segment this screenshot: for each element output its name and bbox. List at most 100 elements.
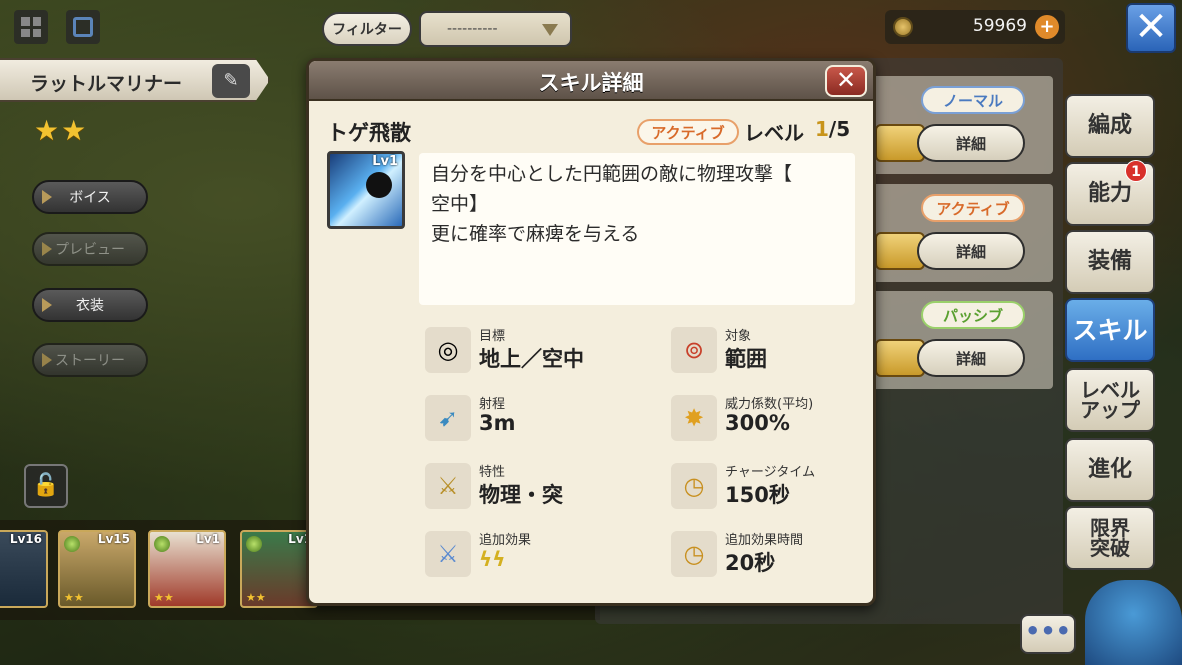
range-icon: ➹ bbox=[425, 395, 471, 441]
costume-button-label: 衣装 bbox=[76, 298, 104, 314]
stat-label: 射程 bbox=[479, 397, 506, 412]
stat-label: 対象 bbox=[725, 329, 752, 344]
currency-display: 59969 + bbox=[885, 10, 1065, 44]
stat-label: チャージタイム bbox=[725, 465, 816, 480]
description-line: 自分を中心とした円範囲の敵に物理攻撃【 bbox=[431, 163, 793, 185]
character-name-panel: ラットルマリナー ✎ bbox=[0, 58, 270, 102]
filter-label[interactable]: フィルター bbox=[322, 12, 412, 46]
lock-icon[interactable]: 🔓 bbox=[24, 464, 68, 508]
add-currency-button[interactable]: + bbox=[1035, 15, 1059, 39]
skill-type-badge: アクティブ bbox=[637, 119, 739, 145]
stat-charge-time: ◷ チャージタイム 150秒 bbox=[671, 459, 873, 519]
skill-icon: Lv1 bbox=[327, 151, 405, 229]
currency-value: 59969 bbox=[972, 16, 1027, 36]
voice-button-label: ボイス bbox=[69, 190, 111, 206]
description-line: 更に確率で麻痺を与える bbox=[431, 223, 640, 245]
skill-type-badge: パッシブ bbox=[921, 301, 1025, 329]
roster-level: Lv16 bbox=[9, 532, 42, 546]
roster-card[interactable]: Lv1 ★★ bbox=[148, 530, 226, 608]
filter-value: ---------- bbox=[447, 21, 498, 37]
charge-clock-icon: ◷ bbox=[671, 463, 717, 509]
coin-icon bbox=[893, 17, 913, 37]
target-icon: ◎ bbox=[425, 327, 471, 373]
stat-value: 150秒 bbox=[725, 483, 790, 507]
stat-attribute: ⚔ 特性 物理・突 bbox=[425, 459, 665, 519]
preview-button[interactable]: プレビュー bbox=[32, 232, 148, 266]
play-icon bbox=[42, 190, 52, 204]
level-current: 1 bbox=[815, 117, 829, 141]
filter-dropdown[interactable]: ---------- bbox=[419, 11, 572, 47]
close-screen-button[interactable]: ✕ bbox=[1126, 3, 1176, 53]
voice-button[interactable]: ボイス bbox=[32, 180, 148, 214]
roster-stars: ★★ bbox=[64, 591, 84, 604]
roster-card[interactable]: Lv15 ★★ bbox=[58, 530, 136, 608]
chevron-down-icon bbox=[542, 24, 558, 36]
tab-skill[interactable]: スキル bbox=[1065, 298, 1155, 362]
story-button[interactable]: ストーリー bbox=[32, 343, 148, 377]
stat-range: ➹ 射程 3m bbox=[425, 391, 665, 451]
tab-ability-label: 能力 bbox=[1087, 181, 1132, 206]
skill-icon-level: Lv1 bbox=[372, 154, 398, 169]
modal-close-button[interactable]: ✕ bbox=[825, 65, 867, 97]
level-value: 1/5 bbox=[815, 117, 850, 141]
stat-value: 物理・突 bbox=[479, 483, 563, 507]
modal-header: スキル詳細 ✕ bbox=[309, 61, 873, 101]
skill-detail-button[interactable]: 詳細 bbox=[917, 339, 1025, 377]
stat-extra-effect: ⚔ 追加効果 ϟϟ bbox=[425, 527, 665, 587]
skill-detail-button[interactable]: 詳細 bbox=[917, 124, 1025, 162]
stat-label: 威力係数(平均) bbox=[725, 397, 814, 412]
stat-value: 3m bbox=[479, 411, 516, 435]
sword-plus-icon: ⚔ bbox=[425, 531, 471, 577]
single-view-icon[interactable] bbox=[66, 10, 100, 44]
tab-equipment[interactable]: 装備 bbox=[1065, 230, 1155, 294]
mascot-icon[interactable] bbox=[1085, 580, 1182, 665]
stat-label: 目標 bbox=[479, 329, 506, 344]
effect-clock-icon: ◷ bbox=[671, 531, 717, 577]
stat-scope: ⊚ 対象 範囲 bbox=[671, 323, 873, 383]
paralysis-icon: ϟϟ bbox=[479, 547, 506, 571]
skill-detail-button[interactable]: 詳細 bbox=[917, 232, 1025, 270]
story-button-label: ストーリー bbox=[55, 353, 125, 369]
tab-evolution[interactable]: 進化 bbox=[1065, 438, 1155, 502]
skill-description: 自分を中心とした円範囲の敵に物理攻撃【 空中】 更に確率で麻痺を与える bbox=[419, 153, 855, 305]
stat-label: 特性 bbox=[479, 465, 506, 480]
tab-ability[interactable]: 能力 1 bbox=[1065, 160, 1155, 226]
grid-view-icon[interactable] bbox=[14, 10, 48, 44]
description-line: 空中】 bbox=[431, 193, 489, 215]
tab-formation[interactable]: 編成 bbox=[1065, 94, 1155, 158]
stat-value: 地上／空中 bbox=[479, 347, 584, 371]
skill-name: トゲ飛散 bbox=[327, 121, 411, 145]
stat-target: ◎ 目標 地上／空中 bbox=[425, 323, 665, 383]
roster-level: Lv15 bbox=[97, 532, 130, 546]
skill-type-badge: ノーマル bbox=[921, 86, 1025, 114]
skill-type-badge: アクティブ bbox=[921, 194, 1025, 222]
spike-bomb-icon bbox=[366, 172, 392, 198]
tab-level-up[interactable]: レベル アップ bbox=[1065, 368, 1155, 432]
preview-button-label: プレビュー bbox=[55, 242, 125, 258]
stat-value: 20秒 bbox=[725, 551, 776, 575]
area-icon: ⊚ bbox=[671, 327, 717, 373]
stat-label: 追加効果 bbox=[479, 533, 532, 548]
costume-button[interactable]: 衣装 bbox=[32, 288, 148, 322]
element-icon bbox=[154, 536, 170, 552]
skill-detail-modal: スキル詳細 ✕ トゲ飛散 アクティブ レベル 1/5 Lv1 自分を中心とした円… bbox=[306, 58, 876, 606]
stat-value: 範囲 bbox=[725, 347, 767, 371]
notification-badge: 1 bbox=[1125, 160, 1147, 182]
stat-power: ✸ 威力係数(平均) 300% bbox=[671, 391, 873, 451]
stat-label: 追加効果時間 bbox=[725, 533, 804, 548]
play-icon bbox=[42, 298, 52, 312]
roster-card[interactable]: Lv16 bbox=[0, 530, 48, 608]
roster-stars: ★★ bbox=[154, 591, 174, 604]
element-icon bbox=[246, 536, 262, 552]
tab-limit-break[interactable]: 限界 突破 bbox=[1065, 506, 1155, 570]
character-name: ラットルマリナー bbox=[30, 73, 183, 95]
element-icon bbox=[64, 536, 80, 552]
rename-pen-icon[interactable]: ✎ bbox=[212, 64, 250, 98]
level-max: /5 bbox=[828, 117, 851, 141]
play-icon bbox=[42, 242, 52, 256]
chat-button[interactable]: ••• bbox=[1020, 614, 1076, 654]
roster-level: Lv1 bbox=[196, 532, 220, 546]
level-label: レベル bbox=[744, 121, 804, 145]
play-icon bbox=[42, 353, 52, 367]
stat-extra-effect-time: ◷ 追加効果時間 20秒 bbox=[671, 527, 873, 587]
